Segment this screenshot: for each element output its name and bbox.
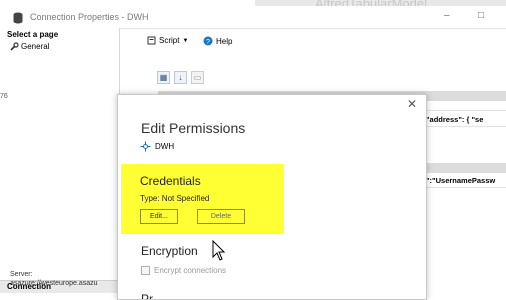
- script-icon: [147, 36, 156, 45]
- encryption-heading: Encryption: [141, 244, 198, 258]
- mouse-pointer-icon: [212, 240, 226, 261]
- encrypt-connections-option[interactable]: Encrypt connections: [141, 266, 226, 275]
- help-icon: ?: [203, 36, 213, 46]
- server-label: Server:: [10, 271, 33, 278]
- chevron-down-icon[interactable]: ▼: [182, 38, 188, 44]
- credentials-section: Credentials Type: Not Specified Edit... …: [121, 164, 284, 234]
- edit-credentials-button[interactable]: Edit...: [140, 209, 178, 224]
- title-bar: Connection Properties - DWH – □: [0, 6, 506, 29]
- window-title: Connection Properties - DWH: [30, 12, 149, 22]
- property-view-toolbar: ▦ ↓ ▭: [157, 71, 204, 84]
- property-value-address: "address": { "se: [426, 115, 484, 124]
- datasource-label: DWH: [140, 141, 174, 152]
- select-page-heading: Select a page: [7, 30, 59, 39]
- encrypt-connections-label: Encrypt connections: [154, 266, 227, 275]
- sidebar-item-label: General: [21, 42, 50, 51]
- close-icon[interactable]: ✕: [407, 98, 417, 110]
- script-button[interactable]: Script ▼: [147, 36, 188, 45]
- sidebar-item-general[interactable]: General: [10, 42, 49, 51]
- svg-text:?: ?: [206, 39, 210, 46]
- script-label: Script: [159, 36, 180, 45]
- credential-type: Type: Not Specified: [140, 194, 210, 203]
- help-button[interactable]: ? Help: [203, 36, 232, 46]
- connection-properties-dialog: Connection Properties - DWH – □ Select a…: [0, 0, 506, 300]
- left-edge-number: 76: [0, 93, 8, 100]
- page-selector-pane: Select a page General Connection: [0, 28, 120, 298]
- categorized-icon[interactable]: ▦: [157, 71, 170, 84]
- alphabetical-sort-icon[interactable]: ↓: [174, 71, 187, 84]
- delete-credentials-button[interactable]: Delete: [197, 209, 245, 224]
- help-label: Help: [216, 36, 233, 46]
- server-value: asazure://westeurope.asazu: [10, 280, 98, 287]
- credentials-heading: Credentials: [140, 174, 201, 188]
- toolbar: Script ▼ ? Help: [120, 30, 506, 52]
- minimize-button[interactable]: –: [444, 10, 450, 21]
- wrench-icon: [10, 42, 19, 51]
- next-section-heading: Pr... ...: [141, 292, 176, 300]
- datasource-name: DWH: [155, 142, 175, 151]
- datasource-icon: [140, 141, 151, 152]
- maximize-button[interactable]: □: [478, 10, 484, 21]
- encrypt-connections-checkbox[interactable]: [141, 266, 150, 275]
- property-value-credential: ":"UsernamePassw: [426, 176, 496, 185]
- database-icon: [13, 12, 23, 24]
- edit-permissions-dialog: ✕ Edit Permissions DWH Credentials Type:…: [117, 94, 427, 300]
- edit-permissions-title: Edit Permissions: [141, 120, 246, 136]
- property-pages-icon[interactable]: ▭: [191, 71, 204, 84]
